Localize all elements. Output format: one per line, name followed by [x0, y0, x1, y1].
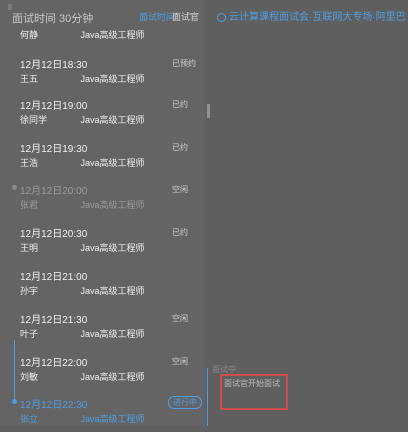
slot-name: 叶子 — [20, 329, 39, 339]
timeline-dot — [12, 185, 17, 190]
timeline-dot — [12, 399, 17, 404]
slot-info: 王浩 Java高级工程师 — [20, 156, 145, 169]
timeline-line — [14, 340, 15, 400]
slot-time: 12月12日19:30 — [20, 144, 88, 155]
slot-position: Java高级工程师 — [80, 30, 145, 40]
slot-time: 12月12日19:00 — [20, 101, 88, 112]
slot-item-current[interactable]: 12月12日22:30 张立 Java高级工程师 进行中 — [0, 396, 205, 432]
slot-position: Java高级工程师 — [80, 286, 145, 296]
slot-time: 12月12日22:30 — [20, 400, 88, 411]
slot-info: 刘敏 Java高级工程师 — [20, 370, 145, 383]
slot-info: 叶子 Java高级工程师 — [20, 327, 145, 340]
slot-time: 12月12日22:00 — [20, 358, 88, 369]
status-badge: 进行中 — [168, 396, 202, 409]
slot-time: 12月12日18:30 — [20, 60, 88, 71]
tab-interviewer[interactable]: 面试官 — [172, 10, 199, 23]
slot-name: 刘敏 — [20, 372, 39, 382]
slot-position: Java高级工程师 — [80, 115, 145, 125]
slot-position: Java高级工程师 — [80, 158, 145, 168]
slot-item[interactable]: 12月12日18:30 王五 Java高级工程师 已预约 — [0, 56, 205, 92]
scroll-marker — [207, 104, 210, 118]
slot-position: Java高级工程师 — [80, 243, 145, 253]
slot-position: Java高级工程师 — [80, 74, 145, 84]
slot-status: 已约 — [172, 228, 188, 237]
slot-name: 徐同学 — [20, 115, 48, 125]
slot-item[interactable]: 12月12日19:00 徐同学 Java高级工程师 已约 — [0, 97, 205, 133]
slot-status: 已预约 — [172, 59, 196, 68]
slot-name: 张君 — [20, 200, 39, 210]
slot-info: 孙宇 Java高级工程师 — [20, 284, 145, 297]
slot-name: 王浩 — [20, 158, 39, 168]
slot-position: Java高级工程师 — [80, 372, 145, 382]
slot-info: 何静 Java高级工程师 — [20, 28, 145, 41]
tab-interview-time[interactable]: 面试时间 — [139, 10, 175, 23]
slot-info: 王五 Java高级工程师 — [20, 72, 145, 85]
slot-position: Java高级工程师 — [80, 200, 145, 210]
slot-status: 已约 — [172, 143, 188, 152]
slot-item[interactable]: 12月12日21:00 孙宇 Java高级工程师 — [0, 268, 205, 304]
slot-item[interactable]: 12月12日22:00 刘敏 Java高级工程师 空闲 — [0, 354, 205, 390]
headline-text: 云计算课程面试会·互联网大专场·阿里巴巴面试 — [229, 12, 407, 23]
slot-info: 张立 Java高级工程师 — [20, 412, 145, 425]
slot-time: 12月12日20:00 — [20, 186, 88, 197]
slot-name: 何静 — [20, 30, 39, 40]
slot-item[interactable]: 12月12日21:30 叶子 Java高级工程师 空闲 — [0, 311, 205, 347]
slot-name: 孙宇 — [20, 286, 39, 296]
detail-panel: 云计算课程面试会·互联网大专场·阿里巴巴面试 — [205, 0, 408, 426]
active-divider — [207, 368, 208, 426]
slot-time: 12月12日21:30 — [20, 315, 88, 326]
slot-item[interactable]: 12月12日20:00 张君 Java高级工程师 空闲 — [0, 182, 205, 218]
slot-info: 王明 Java高级工程师 — [20, 241, 145, 254]
slot-status: 空闲 — [172, 357, 188, 366]
location-pin-icon — [217, 12, 226, 22]
highlight-text: 面试官开始面试 — [224, 379, 280, 388]
schedule-panel: 面试时间 30分钟 面试时间 面试官 何静 Java高级工程师 12月12日18… — [0, 0, 205, 426]
slot-status: 空闲 — [172, 185, 188, 194]
slot-name: 王明 — [20, 243, 39, 253]
headline: 云计算课程面试会·互联网大专场·阿里巴巴面试 — [217, 8, 407, 23]
panel-header: 面试时间 30分钟 面试时间 面试官 — [12, 10, 202, 26]
slot-time: 12月12日21:00 — [20, 272, 88, 283]
slot-name: 张立 — [20, 414, 39, 424]
slot-info: 张君 Java高级工程师 — [20, 198, 145, 211]
slot-info: 徐同学 Java高级工程师 — [20, 113, 145, 126]
slot-position: Java高级工程师 — [80, 414, 145, 424]
slot-position: Java高级工程师 — [80, 329, 145, 339]
slot-item[interactable]: 12月12日19:30 王浩 Java高级工程师 已约 — [0, 140, 205, 176]
slot-item[interactable]: 12月12日20:30 王明 Java高级工程师 已约 — [0, 225, 205, 261]
slot-name: 王五 — [20, 74, 39, 84]
slot-status: 已约 — [172, 100, 188, 109]
slot-time: 12月12日20:30 — [20, 229, 88, 240]
slot-status: 空闲 — [172, 314, 188, 323]
panel-title: 面试时间 30分钟 — [12, 13, 94, 25]
